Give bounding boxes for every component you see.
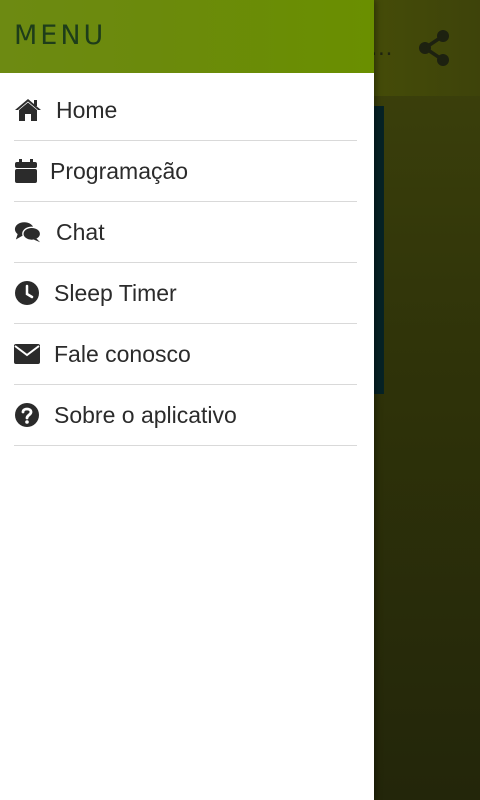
- menu-item-label: Home: [56, 96, 118, 123]
- menu-item-programacao[interactable]: Programação: [14, 141, 357, 202]
- chat-icon: [14, 218, 42, 246]
- home-icon: [14, 96, 42, 124]
- clock-icon: [14, 279, 42, 307]
- menu-item-sleep-timer[interactable]: Sleep Timer: [14, 263, 357, 324]
- calendar-icon: [14, 157, 42, 185]
- envelope-icon: [14, 340, 42, 368]
- navigation-drawer: MENU Home Programação Chat Sleep Timer F…: [0, 0, 374, 800]
- menu-item-label: Chat: [56, 218, 105, 245]
- menu-item-label: Sleep Timer: [54, 279, 177, 306]
- menu-item-label: Programação: [50, 157, 189, 184]
- menu-item-sobre[interactable]: Sobre o aplicativo: [14, 385, 357, 446]
- drawer-title: MENU: [14, 20, 107, 51]
- question-circle-icon: [14, 401, 42, 429]
- menu-item-home[interactable]: Home: [14, 80, 357, 141]
- share-icon[interactable]: [416, 28, 452, 68]
- menu-item-label: Fale conosco: [54, 340, 191, 367]
- app-screen: o… MENU Home Programação Chat Sleep Time…: [0, 0, 480, 800]
- drawer-menu: Home Programação Chat Sleep Timer Fale c…: [14, 80, 357, 446]
- drawer-header: MENU: [0, 0, 374, 73]
- menu-item-label: Sobre o aplicativo: [54, 401, 237, 428]
- menu-item-fale-conosco[interactable]: Fale conosco: [14, 324, 357, 385]
- menu-item-chat[interactable]: Chat: [14, 202, 357, 263]
